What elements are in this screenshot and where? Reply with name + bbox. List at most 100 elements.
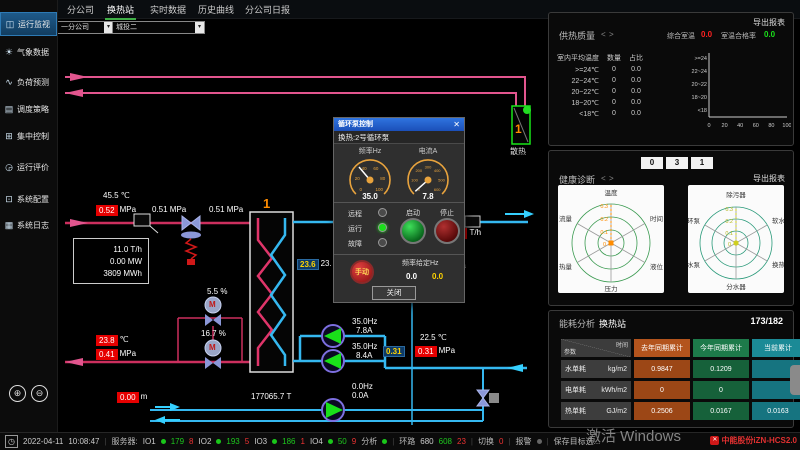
unit: MPa <box>120 206 136 215</box>
heat-exchanger[interactable] <box>250 212 293 372</box>
circulation-pump-2[interactable] <box>322 350 344 372</box>
supply-control-valve[interactable] <box>181 216 201 265</box>
svg-text:0.2: 0.2 <box>725 219 733 225</box>
svg-text:0.1: 0.1 <box>725 231 733 237</box>
close-icon[interactable]: ✕ <box>453 118 460 131</box>
svg-text:20~22: 20~22 <box>692 82 707 88</box>
sidebar-item-system-config[interactable]: ⊡ 系统配置 <box>0 187 57 211</box>
svg-text:时间: 时间 <box>650 214 663 223</box>
dialog-close-button[interactable]: 关闭 <box>372 286 416 300</box>
station-counter: 173/182 <box>750 316 783 326</box>
corner-time-label: 时间 <box>616 340 628 349</box>
hx-temp: 23.6 23. <box>297 259 332 270</box>
next-arrow[interactable]: > <box>609 174 614 183</box>
pump-control-dialog: 循环泵控制 ✕ 换热:2号循环泵 频率Hz 电流A 0 20 40 60 80 … <box>333 117 465 303</box>
prev-arrow[interactable]: < <box>601 30 606 39</box>
panel-subtitle: 换热站 <box>599 317 626 330</box>
station-select[interactable]: 城投二 ▾ <box>112 21 205 34</box>
loop-label: 环路 <box>399 436 415 447</box>
running-led <box>378 223 387 232</box>
makeup-valve[interactable] <box>477 390 499 406</box>
tab-station[interactable]: 换热站 <box>105 3 136 20</box>
temp-distribution-bar-chart: >=24 22~24 20~22 18~20 <18 0 20 40 60 80… <box>689 49 791 141</box>
gauge-icon: ◶ <box>4 162 14 173</box>
svg-text:热量: 热量 <box>559 262 573 271</box>
diagonal-header-cell: 时间 参数 <box>561 339 631 357</box>
tank-level: 0.00 m <box>117 392 147 403</box>
primary-stats-box: 11.0 T/h 0.00 MW 3809 MWh <box>73 238 149 284</box>
pressure-after-meter: 0.51 MPa <box>152 206 186 215</box>
power-icon[interactable]: ⊖ <box>31 385 48 402</box>
param-name: 电单耗 <box>565 385 586 395</box>
sidebar-item-weather-data[interactable]: ☀ 气象数据 <box>0 40 57 64</box>
pump3-current: 0.0A <box>352 392 368 401</box>
server-bad: 5 <box>245 437 249 446</box>
pct-cell: 0.0 <box>625 97 647 108</box>
sun-icon: ☀ <box>4 47 14 58</box>
server-bad: 9 <box>352 437 356 446</box>
chevron-down-icon[interactable]: ▾ <box>195 22 204 33</box>
company-select[interactable]: 一分公司 ▾ <box>57 21 114 34</box>
pressure-after-valve: 0.51 MPa <box>209 206 243 215</box>
status-dot <box>272 439 277 444</box>
setpoint-label: 频率给定Hz <box>402 258 439 268</box>
alarm-dot <box>537 439 542 444</box>
sidebar-item-run-monitor[interactable]: ◫ 运行监视 <box>0 12 57 36</box>
value-cell: 0.9847 <box>634 360 690 378</box>
sidebar-item-label: 运行评价 <box>17 162 49 173</box>
corner-param-label: 参数 <box>564 347 576 356</box>
tab-history-curve[interactable]: 历史曲线 <box>196 3 236 16</box>
remote-led <box>378 208 387 217</box>
flow-arrow-right <box>70 219 88 227</box>
secondary-flow-meter[interactable] <box>465 216 480 227</box>
setpoint-input[interactable]: 0.0 <box>432 272 443 281</box>
svg-text:100: 100 <box>411 178 418 183</box>
energy-consumption-table: 时间 参数 去年同期累计 今年同期累计 当前累计 水单耗 kg/m2 0.984… <box>561 339 800 420</box>
sidebar-item-dispatch-strategy[interactable]: ▤ 调度策略 <box>0 97 57 121</box>
status-dot <box>382 439 387 444</box>
stop-button[interactable] <box>434 218 460 244</box>
globe-icon[interactable]: ⊕ <box>9 385 26 402</box>
table-row: <18℃ 0 0.0 <box>553 108 647 119</box>
sidebar-item-load-forecast[interactable]: ∿ 负荷预测 <box>0 70 57 94</box>
total-heat: 177065.7 T <box>251 393 291 402</box>
curve-icon: ∿ <box>4 77 14 88</box>
power-stat: 0.00 MW <box>110 257 142 266</box>
valve2-percent: 16.7 % <box>201 330 226 339</box>
export-report-link[interactable]: 导出报表 <box>753 173 785 184</box>
health-counter-2: 1 <box>691 157 713 169</box>
tab-branch-report[interactable]: 分公司日报 <box>243 3 292 16</box>
svg-text:0: 0 <box>603 242 606 248</box>
frequency-value: 35.0 <box>342 192 398 201</box>
param-name: 水单耗 <box>565 364 586 374</box>
next-arrow[interactable]: > <box>609 30 614 39</box>
panel-title: 能耗分析 <box>559 317 595 330</box>
pump1-current: 7.8A <box>356 327 372 336</box>
tab-branch[interactable]: 分公司 <box>65 3 96 16</box>
flow-arrow-right <box>524 210 534 218</box>
sidebar-item-run-evaluation[interactable]: ◶ 运行评价 <box>0 155 57 179</box>
sidebar-item-system-log[interactable]: ▦ 系统日志 <box>0 213 57 237</box>
fault-led-label: 故障 <box>348 239 362 249</box>
value: 23. <box>321 260 332 269</box>
manual-mode-button[interactable]: 手动 <box>350 260 374 284</box>
alarm-value: 23.8 <box>96 335 118 346</box>
makeup-pump[interactable] <box>322 399 344 421</box>
radiator-label: 散热 <box>510 148 526 157</box>
loop-ok: 608 <box>439 437 452 446</box>
prev-arrow[interactable]: < <box>601 174 606 183</box>
tab-realtime-data[interactable]: 实时数据 <box>148 3 188 16</box>
svg-text:0.2: 0.2 <box>600 217 608 223</box>
pass-rate-label: 室温合格率 <box>721 31 756 41</box>
param-name: 热单耗 <box>565 406 586 416</box>
side-drawer-handle[interactable] <box>790 365 800 395</box>
flow-sensor[interactable] <box>134 214 150 226</box>
dialog-title[interactable]: 循环泵控制 <box>334 118 464 131</box>
svg-text:80: 80 <box>380 176 386 181</box>
sidebar-item-central-control[interactable]: ⊞ 集中控制 <box>0 124 57 148</box>
start-button[interactable] <box>400 218 426 244</box>
running-led-label: 运行 <box>348 224 362 234</box>
range-cell: <18℃ <box>553 108 603 119</box>
circulation-pump-1[interactable] <box>322 325 344 347</box>
export-report-link[interactable]: 导出报表 <box>753 17 785 28</box>
